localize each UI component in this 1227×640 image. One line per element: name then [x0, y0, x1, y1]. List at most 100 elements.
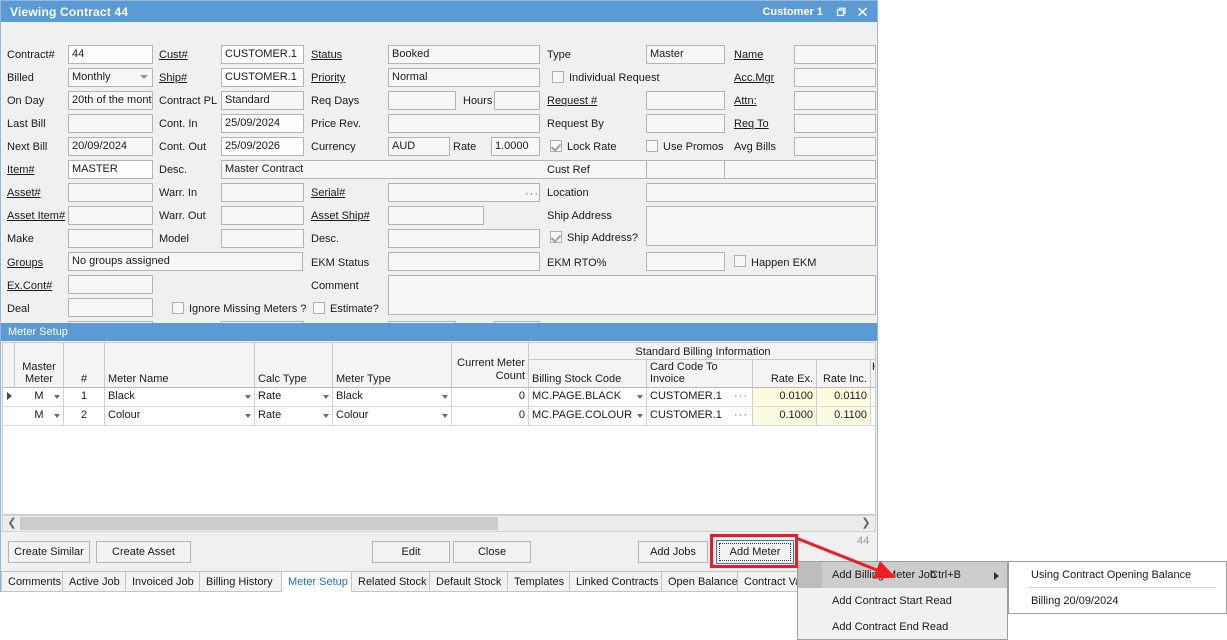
on-day-field[interactable]: 20th of the mont	[68, 91, 153, 110]
cont-out-field[interactable]: 25/09/2026	[221, 137, 304, 156]
ekm-rto-field[interactable]	[646, 252, 725, 271]
desc2-field[interactable]	[388, 229, 540, 248]
cell-calc-type[interactable]: Rate	[255, 388, 333, 406]
req-to-field[interactable]	[794, 114, 876, 133]
tab-invoiced-job[interactable]: Invoiced Job	[126, 571, 200, 592]
name-field[interactable]	[794, 45, 876, 64]
cell-rate-ex[interactable]: 0.0100	[753, 388, 817, 406]
cell-meter-type[interactable]: Black	[333, 388, 452, 406]
chevron-down-icon[interactable]	[442, 414, 448, 418]
ellipsis-icon[interactable]: ···	[734, 407, 748, 423]
menu-item-add-contract-end-read[interactable]: Add Contract End Read	[798, 614, 1007, 640]
grid-header-meter-type[interactable]: Meter Type	[333, 343, 452, 387]
chevron-down-icon[interactable]	[245, 395, 251, 399]
table-row[interactable]: M 1 Black Rate Black 0 MC.PAGE.BLACK	[3, 388, 875, 407]
cell-meter-name[interactable]: Colour	[105, 407, 255, 425]
cell-calc-type[interactable]: Rate	[255, 407, 333, 425]
hours-field[interactable]	[494, 91, 540, 110]
submenu-item-billing-date[interactable]: Billing 20/09/2024	[1009, 588, 1226, 614]
grid-horizontal-scrollbar[interactable]: ❮ ❯	[2, 515, 876, 532]
asset-item-no-field[interactable]	[68, 206, 153, 225]
asset-no-field[interactable]	[68, 183, 153, 202]
location-field[interactable]	[646, 183, 876, 202]
ship-no-field[interactable]: CUSTOMER.1	[221, 68, 304, 87]
menu-item-add-contract-start-read[interactable]: Add Contract Start Read	[798, 588, 1007, 614]
grid-header-calc-type[interactable]: Calc Type	[255, 343, 333, 387]
chevron-down-icon[interactable]	[442, 395, 448, 399]
cell-rate-inc[interactable]: 0.0110	[817, 388, 871, 406]
item-no-field[interactable]: MASTER	[68, 160, 153, 179]
cell-current-count[interactable]: 0	[452, 388, 529, 406]
model-field[interactable]	[221, 229, 304, 248]
restore-icon[interactable]	[829, 5, 851, 19]
grid-header-card-code[interactable]: Card Code To Invoice	[647, 360, 753, 387]
ignore-missing-meters-checkbox[interactable]	[172, 302, 184, 314]
chevron-down-icon[interactable]	[54, 395, 60, 399]
cell-current-count[interactable]: 0	[452, 407, 529, 425]
tab-billing-history[interactable]: Billing History	[200, 571, 282, 592]
last-bill-field[interactable]	[68, 114, 153, 133]
comment-field[interactable]	[388, 275, 876, 315]
serial-ellipsis-icon[interactable]: ···	[525, 188, 539, 200]
scroll-left-icon[interactable]: ❮	[4, 517, 20, 530]
ship-address-field[interactable]	[646, 206, 876, 246]
use-promos-checkbox[interactable]	[646, 140, 658, 152]
cell-rate-inc[interactable]: 0.1100	[817, 407, 871, 425]
scroll-right-icon[interactable]: ❯	[858, 517, 874, 530]
serial-no-field[interactable]	[388, 183, 540, 202]
happen-ekm-checkbox[interactable]	[734, 255, 746, 267]
grid-header-current-count[interactable]: Current Meter Count	[452, 343, 529, 387]
cell-h-truncated[interactable]	[871, 388, 876, 406]
request-no-field[interactable]	[646, 91, 725, 110]
groups-field[interactable]: No groups assigned	[68, 252, 303, 271]
ex-cont-no-field[interactable]	[68, 275, 153, 294]
add-meter-button[interactable]: Add Meter	[716, 540, 794, 564]
cell-master-meter[interactable]: M	[15, 388, 64, 406]
window-titlebar[interactable]: Viewing Contract 44 Customer 1	[1, 1, 877, 22]
rate-field[interactable]: 1.0000	[491, 137, 540, 156]
tab-comments[interactable]: Comments	[1, 571, 63, 592]
scrollbar-thumb[interactable]	[20, 517, 498, 530]
type-field[interactable]: Master	[646, 45, 725, 64]
attn-field[interactable]	[794, 91, 876, 110]
tab-meter-setup[interactable]: Meter Setup	[282, 571, 352, 592]
chevron-down-icon[interactable]	[245, 414, 251, 418]
ship-address-checkbox[interactable]	[550, 231, 562, 243]
acc-mgr-field[interactable]	[794, 68, 876, 87]
tab-templates[interactable]: Templates	[508, 571, 570, 592]
ekm-status-field[interactable]	[388, 252, 540, 271]
priority-field[interactable]: Normal	[388, 68, 540, 87]
make-field[interactable]	[68, 229, 153, 248]
contract-pl-field[interactable]: Standard	[221, 91, 304, 110]
cell-billing-stock-code[interactable]: MC.PAGE.BLACK	[529, 388, 647, 406]
tab-default-stock[interactable]: Default Stock	[430, 571, 508, 592]
table-row[interactable]: M 2 Colour Rate Colour 0 MC.PAGE.COLOUR	[3, 407, 875, 426]
tab-open-balance[interactable]: Open Balance	[662, 571, 738, 592]
create-asset-button[interactable]: Create Asset	[96, 541, 191, 563]
menu-item-add-billing-meter-job[interactable]: Add Billing Meter Job Ctrl+B	[798, 562, 1007, 588]
cont-in-field[interactable]: 25/09/2024	[221, 114, 304, 133]
grid-header-h-truncated[interactable]: H	[871, 360, 876, 387]
individual-request-checkbox[interactable]	[552, 71, 564, 83]
chevron-down-icon[interactable]	[637, 414, 643, 418]
grid-header-rate-inc[interactable]: Rate Inc.	[817, 360, 871, 387]
cell-card-code[interactable]: CUSTOMER.1 ···	[647, 388, 753, 406]
cell-billing-stock-code[interactable]: MC.PAGE.COLOUR	[529, 407, 647, 425]
chevron-down-icon[interactable]	[54, 414, 60, 418]
next-bill-field[interactable]: 20/09/2024	[68, 137, 153, 156]
grid-header-rate-ex[interactable]: Rate Ex.	[753, 360, 817, 387]
bottom-tab-bar[interactable]: Comments Active Job Invoiced Job Billing…	[1, 571, 877, 592]
warr-in-field[interactable]	[221, 183, 304, 202]
cust-no-field[interactable]: CUSTOMER.1	[221, 45, 304, 64]
chevron-down-icon[interactable]	[637, 395, 643, 399]
billed-dropdown[interactable]: Monthly	[68, 68, 153, 87]
cell-master-meter[interactable]: M	[15, 407, 64, 425]
currency-field[interactable]: AUD	[388, 137, 450, 156]
grid-header-meter-name[interactable]: Meter Name	[105, 343, 255, 387]
req-days-field[interactable]	[388, 91, 456, 110]
contract-no-field[interactable]: 44	[68, 45, 153, 64]
grid-header-master-meter[interactable]: Master Meter	[15, 343, 64, 387]
warr-out-field[interactable]	[221, 206, 304, 225]
tab-linked-contracts[interactable]: Linked Contracts	[570, 571, 662, 592]
close-button[interactable]: Close	[453, 541, 531, 563]
